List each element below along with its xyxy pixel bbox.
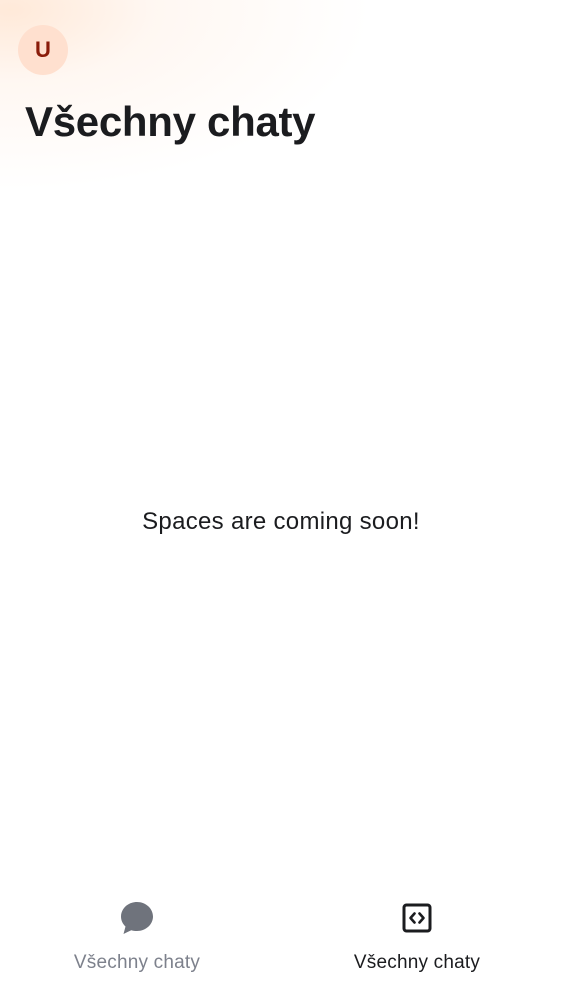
nav-item-code[interactable]: Všechny chaty: [274, 880, 562, 1000]
user-avatar[interactable]: U: [18, 25, 68, 75]
nav-label-code: Všechny chaty: [353, 952, 481, 973]
empty-state-message: Spaces are coming soon!: [142, 508, 420, 535]
avatar-initial: U: [35, 37, 51, 62]
bottom-navigation: Všechny chaty Všechny chaty: [0, 880, 562, 1000]
code-brackets-icon: [399, 900, 435, 936]
nav-label-chats: Všechny chaty: [73, 952, 201, 973]
page-title: Všechny chaty: [25, 98, 316, 145]
app-header: U Všechny chaty: [0, 0, 562, 170]
main-content: Spaces are coming soon!: [0, 170, 562, 880]
chat-bubble-icon: [119, 900, 155, 936]
nav-item-chats[interactable]: Všechny chaty: [0, 880, 274, 1000]
